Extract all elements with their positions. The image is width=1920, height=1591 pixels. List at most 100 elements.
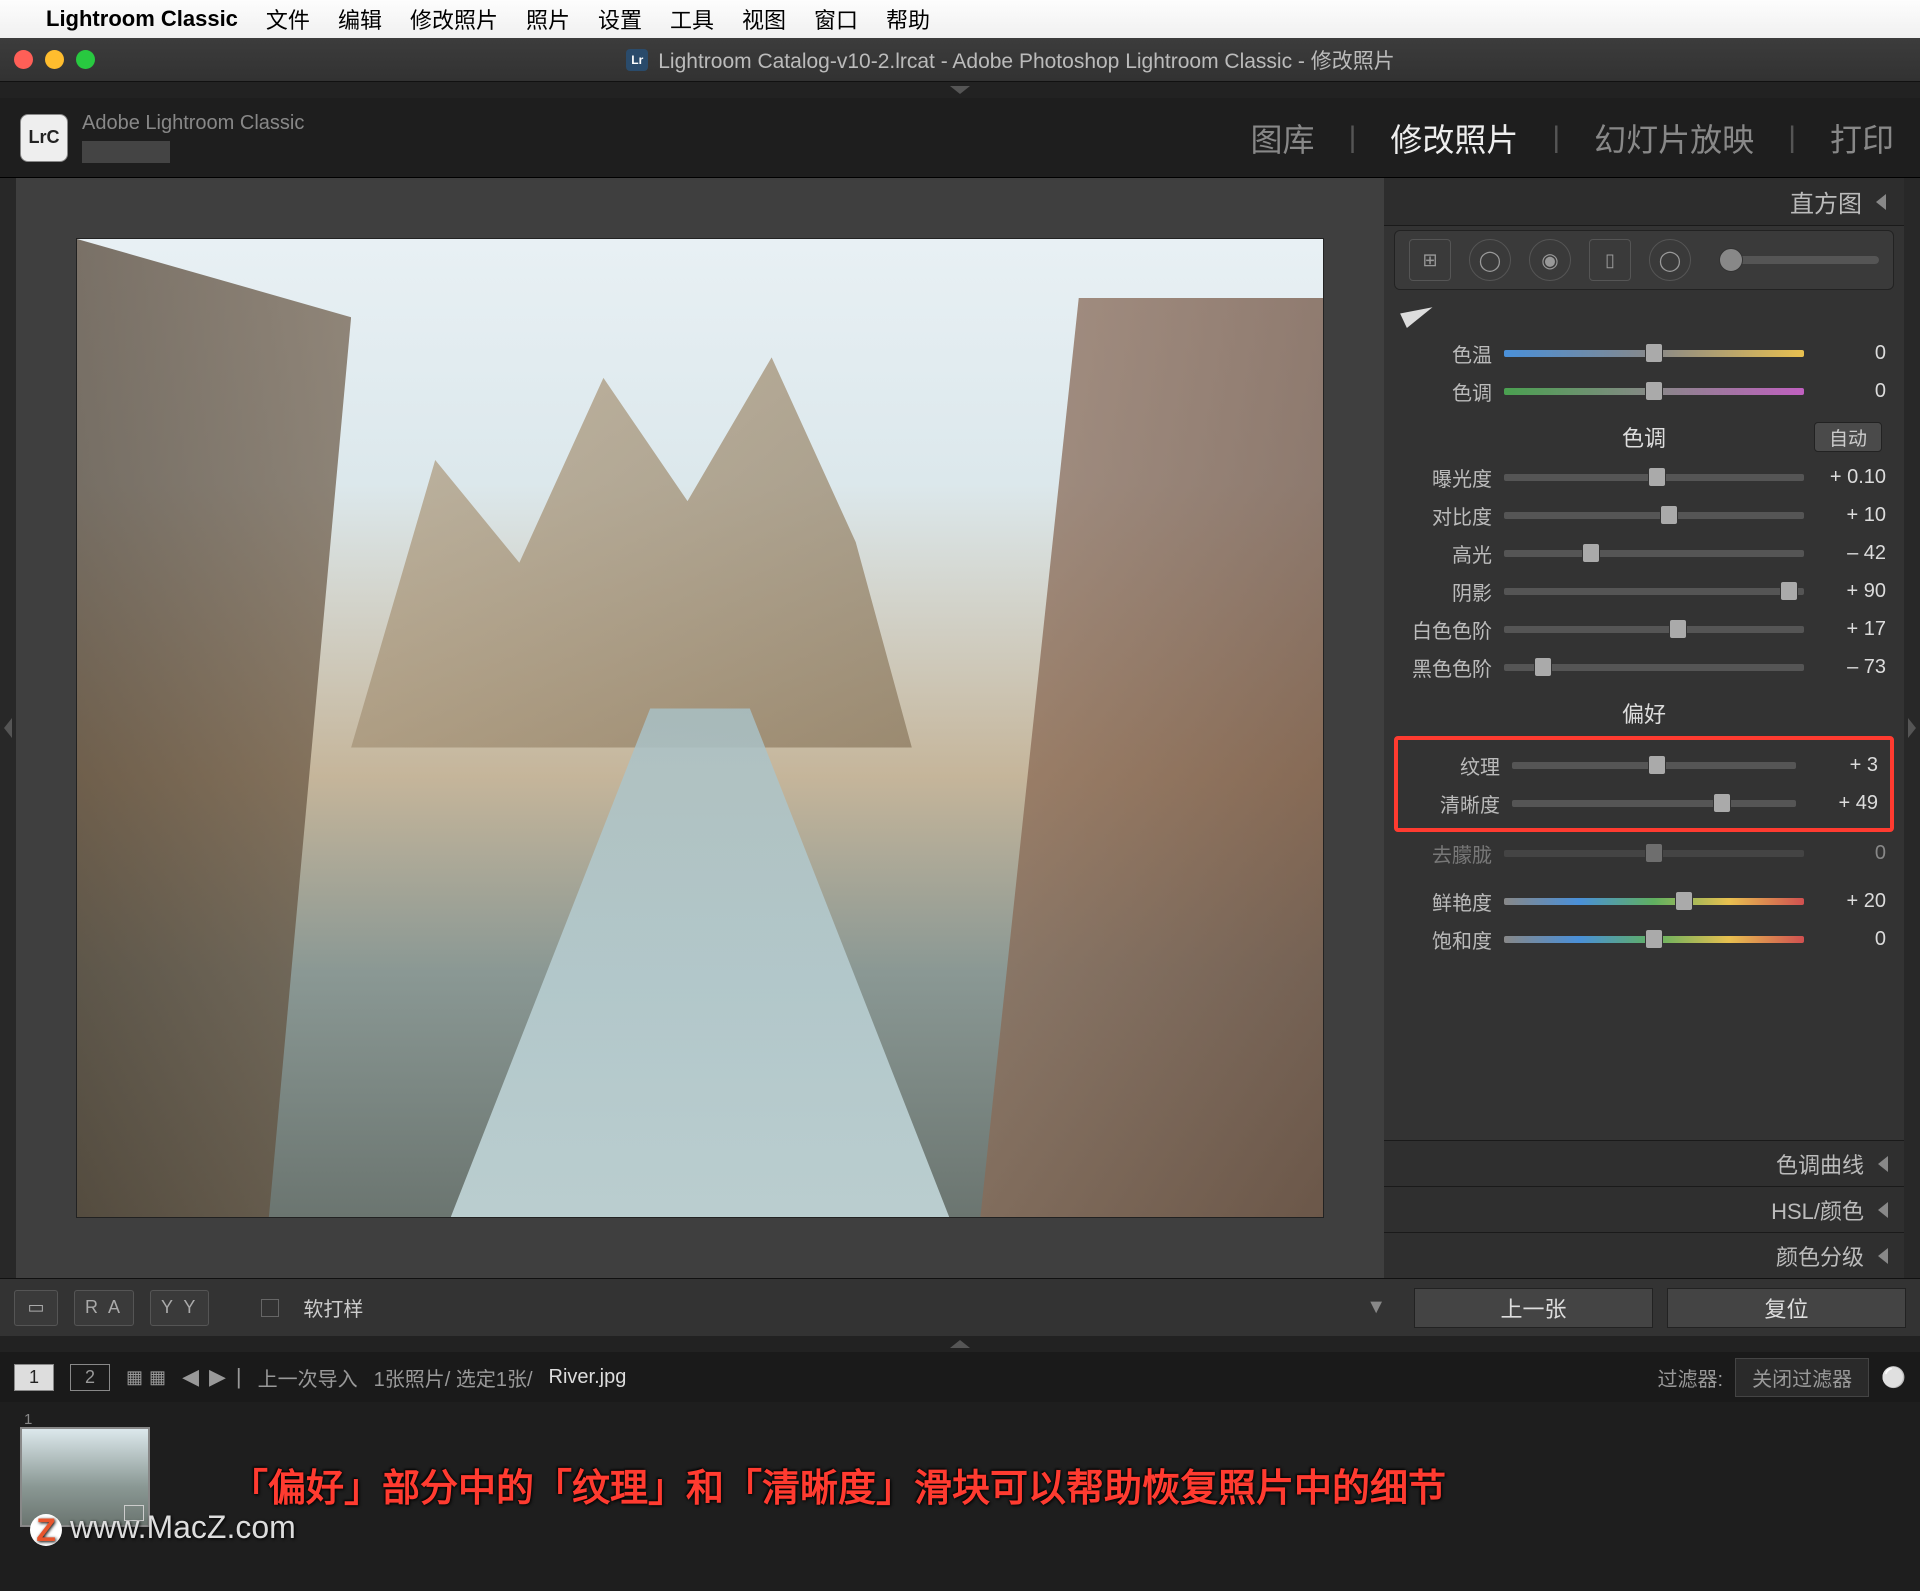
chevron-left-icon: [1908, 718, 1916, 738]
reset-button[interactable]: 复位: [1667, 1288, 1906, 1328]
chevron-up-icon: [950, 1340, 970, 1348]
filter-label: 过滤器:: [1658, 1363, 1724, 1392]
menu-window[interactable]: 窗口: [814, 3, 858, 35]
exposure-value[interactable]: + 0.10: [1816, 466, 1886, 489]
whites-slider[interactable]: 白色色阶 + 17: [1394, 610, 1894, 648]
texture-slider[interactable]: 纹理 + 3: [1402, 746, 1886, 784]
shadows-label: 阴影: [1402, 577, 1492, 606]
count-label: 1张照片/ 选定1张/: [374, 1363, 533, 1392]
hsl-panel-header[interactable]: HSL/颜色: [1384, 1186, 1904, 1232]
mask-amount-slider[interactable]: [1719, 256, 1879, 264]
redeye-tool-icon[interactable]: ◉: [1529, 239, 1571, 281]
exposure-slider[interactable]: 曝光度 + 0.10: [1394, 458, 1894, 496]
radial-tool-icon[interactable]: ◯: [1649, 239, 1691, 281]
texture-value[interactable]: + 3: [1808, 754, 1878, 777]
menu-settings[interactable]: 设置: [598, 3, 642, 35]
clarity-value[interactable]: + 49: [1808, 792, 1878, 815]
highlight-box: 纹理 + 3 清晰度 + 49: [1394, 736, 1894, 832]
filter-select[interactable]: 关闭过滤器: [1735, 1358, 1869, 1397]
before-after-ra-button[interactable]: R A: [74, 1290, 134, 1326]
grad-tool-icon[interactable]: ▯: [1589, 239, 1631, 281]
loupe-view-icon[interactable]: ▭: [14, 1290, 58, 1326]
identity-plate[interactable]: [82, 141, 170, 163]
filmstrip-toggle[interactable]: [0, 1336, 1920, 1352]
maximize-icon[interactable]: [76, 50, 95, 69]
tonecurve-label: 色调曲线: [1776, 1148, 1864, 1180]
top-panel-toggle[interactable]: [0, 82, 1920, 98]
contrast-slider[interactable]: 对比度 + 10: [1394, 496, 1894, 534]
menu-help[interactable]: 帮助: [886, 3, 930, 35]
grid-icon[interactable]: ▦: [126, 1367, 143, 1388]
module-develop[interactable]: 修改照片: [1384, 115, 1524, 161]
contrast-value[interactable]: + 10: [1816, 504, 1886, 527]
auto-button[interactable]: 自动: [1814, 422, 1882, 452]
monitor-2-badge[interactable]: 2: [70, 1364, 110, 1391]
temp-value[interactable]: 0: [1816, 342, 1886, 365]
module-slideshow[interactable]: 幻灯片放映: [1588, 115, 1760, 161]
nav-forward-icon[interactable]: ▶: [209, 1364, 226, 1390]
filter-lock-icon[interactable]: ⚪: [1881, 1365, 1906, 1390]
grid2-icon[interactable]: ▦: [149, 1367, 166, 1388]
tone-section-header: 色调 自动: [1394, 416, 1894, 458]
highlights-slider[interactable]: 高光 – 42: [1394, 534, 1894, 572]
annotation-text: 「偏好」部分中的「纹理」和「清晰度」滑块可以帮助恢复照片中的细节: [230, 1457, 1446, 1512]
vibrance-slider[interactable]: 鲜艳度 + 20: [1394, 882, 1894, 920]
thumb-index: 1: [24, 1411, 32, 1428]
vibrance-value[interactable]: + 20: [1816, 890, 1886, 913]
monitor-1-badge[interactable]: 1: [14, 1364, 54, 1391]
close-icon[interactable]: [14, 50, 33, 69]
menu-photo[interactable]: 照片: [526, 3, 570, 35]
tone-title: 色调: [1622, 421, 1666, 453]
menu-tools[interactable]: 工具: [670, 3, 714, 35]
temp-label: 色温: [1402, 339, 1492, 368]
menu-view[interactable]: 视图: [742, 3, 786, 35]
module-library[interactable]: 图库: [1245, 115, 1321, 161]
right-panel-toggle[interactable]: [1904, 178, 1920, 1278]
blacks-value[interactable]: – 73: [1816, 656, 1886, 679]
blacks-slider[interactable]: 黑色色阶 – 73: [1394, 648, 1894, 686]
separator: |: [1546, 121, 1566, 155]
whites-value[interactable]: + 17: [1816, 618, 1886, 641]
tonecurve-panel-header[interactable]: 色调曲线: [1384, 1140, 1904, 1186]
histogram-panel-header[interactable]: 直方图: [1384, 178, 1904, 226]
saturation-slider[interactable]: 饱和度 0: [1394, 920, 1894, 958]
softproof-checkbox[interactable]: [261, 1299, 279, 1317]
tint-value[interactable]: 0: [1816, 380, 1886, 403]
module-print[interactable]: 打印: [1824, 115, 1900, 161]
exposure-label: 曝光度: [1402, 463, 1492, 492]
menu-edit[interactable]: 编辑: [338, 3, 382, 35]
context-label[interactable]: 上一次导入: [258, 1363, 358, 1392]
temp-slider[interactable]: 色温 0: [1394, 334, 1894, 372]
presence-section-header: 偏好: [1394, 692, 1894, 734]
separator: |: [1782, 121, 1802, 155]
before-after-yy-button[interactable]: Y Y: [150, 1290, 209, 1326]
photo-canvas[interactable]: [16, 178, 1384, 1278]
blacks-label: 黑色色阶: [1402, 653, 1492, 682]
hsl-label: HSL/颜色: [1771, 1194, 1864, 1226]
filmstrip[interactable]: 1 「偏好」部分中的「纹理」和「清晰度」滑块可以帮助恢复照片中的细节 Zwww.…: [0, 1402, 1920, 1552]
toolbar-chevron-icon[interactable]: ▼: [1366, 1296, 1386, 1319]
clarity-slider[interactable]: 清晰度 + 49: [1402, 784, 1886, 822]
minimize-icon[interactable]: [45, 50, 64, 69]
secondary-toolbar: ▭ R A Y Y 软打样 ▼ 上一张 复位: [0, 1278, 1920, 1336]
crop-tool-icon[interactable]: ⊞: [1409, 239, 1451, 281]
spot-tool-icon[interactable]: ◯: [1469, 239, 1511, 281]
menu-develop[interactable]: 修改照片: [410, 3, 498, 35]
brush-icon[interactable]: [1400, 300, 1436, 328]
dehaze-value[interactable]: 0: [1816, 842, 1886, 865]
dehaze-slider[interactable]: 去朦胧 0: [1394, 834, 1894, 872]
tint-slider[interactable]: 色调 0: [1394, 372, 1894, 410]
shadows-slider[interactable]: 阴影 + 90: [1394, 572, 1894, 610]
shadows-value[interactable]: + 90: [1816, 580, 1886, 603]
menu-file[interactable]: 文件: [266, 3, 310, 35]
left-panel-toggle[interactable]: [0, 178, 16, 1278]
tint-label: 色调: [1402, 377, 1492, 406]
previous-button[interactable]: 上一张: [1414, 1288, 1653, 1328]
main-photo[interactable]: [76, 238, 1324, 1218]
menubar-app[interactable]: Lightroom Classic: [46, 6, 238, 32]
highlights-value[interactable]: – 42: [1816, 542, 1886, 565]
module-picker: 图库 | 修改照片 | 幻灯片放映 | 打印: [1245, 115, 1900, 161]
colorgrade-panel-header[interactable]: 颜色分级: [1384, 1232, 1904, 1278]
nav-back-icon[interactable]: ◀: [182, 1364, 199, 1390]
saturation-value[interactable]: 0: [1816, 928, 1886, 951]
